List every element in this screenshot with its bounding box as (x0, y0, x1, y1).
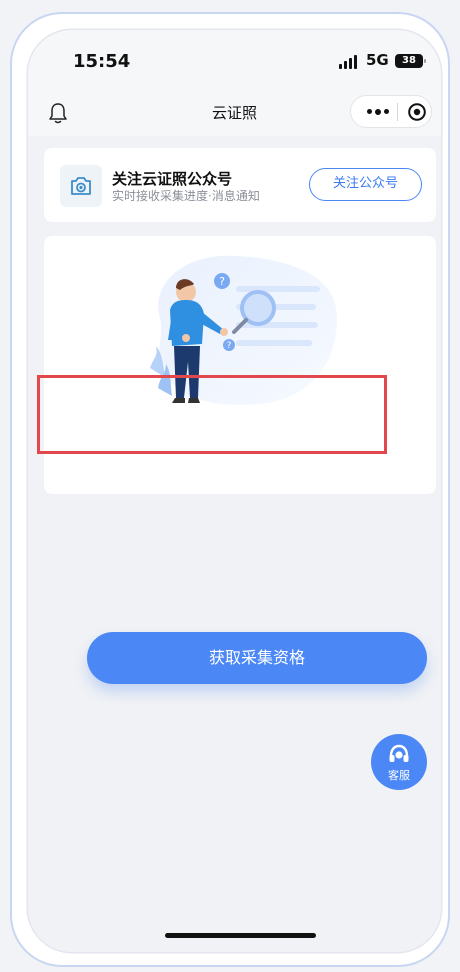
follow-account-card: 关注云证照公众号 实时接收采集进度·消息通知 关注公众号 (44, 148, 436, 222)
follow-account-button[interactable]: 关注公众号 (309, 168, 422, 201)
network-label: 5G (366, 51, 389, 69)
svg-text:?: ? (219, 275, 225, 288)
camera-icon (71, 177, 91, 195)
highlight-box (37, 375, 387, 454)
nav-bar: 云证照 (28, 90, 441, 136)
status-time: 15:54 (73, 51, 131, 72)
customer-service-button[interactable]: 客服 (371, 734, 427, 790)
more-dots-icon[interactable] (363, 96, 393, 127)
follow-subtitle: 实时接收采集进度·消息通知 (112, 189, 260, 203)
status-bar: 15:54 5G 38 (28, 30, 441, 90)
mini-program-capsule (350, 95, 432, 128)
main-card: ? ? 获取采集资格 (44, 236, 436, 684)
capsule-divider (397, 103, 398, 121)
signal-icon (339, 55, 357, 69)
svg-text:?: ? (227, 341, 232, 351)
headset-icon (389, 744, 409, 762)
battery-icon: 38 (395, 54, 426, 68)
phone-screen: 15:54 5G 38 云证照 关注云证照公众号 实时接收采集进度·消息通知 关… (28, 30, 441, 952)
get-collection-qualification-button[interactable]: 获取采集资格 (87, 632, 427, 684)
follow-title: 关注云证照公众号 (112, 170, 233, 188)
customer-service-label: 客服 (388, 769, 410, 782)
home-indicator[interactable] (165, 933, 316, 938)
camera-icon-box (60, 165, 102, 207)
target-circle-icon[interactable] (407, 102, 427, 122)
